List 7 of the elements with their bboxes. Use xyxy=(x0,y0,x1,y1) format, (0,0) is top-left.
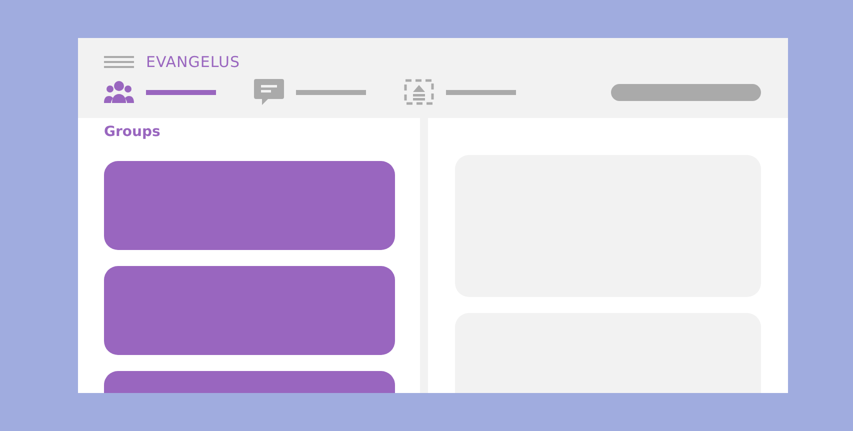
search-field[interactable] xyxy=(611,84,761,100)
menu-icon[interactable] xyxy=(104,56,134,68)
app-title: EVANGELUS xyxy=(146,53,240,71)
upload-frame-icon xyxy=(404,79,434,105)
chat-bubble-icon xyxy=(254,79,284,105)
people-icon xyxy=(104,81,134,103)
section-heading: Groups xyxy=(104,124,162,142)
